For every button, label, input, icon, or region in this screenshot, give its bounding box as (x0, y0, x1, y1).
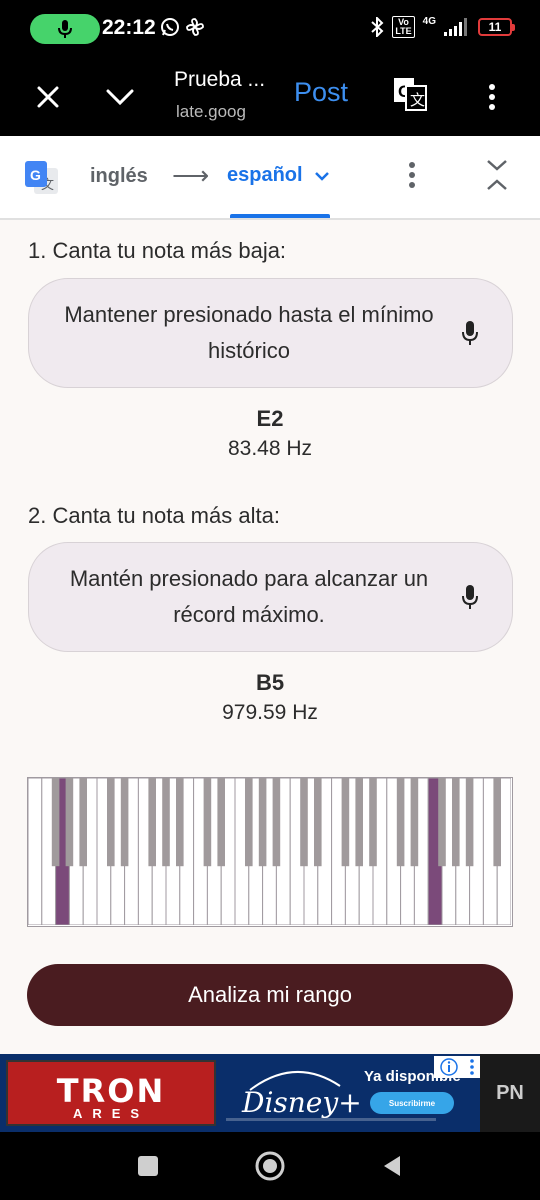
page-title: Prueba ... (174, 68, 266, 91)
black-key (79, 778, 87, 867)
more-vert-icon (470, 1059, 474, 1075)
google-translate-icon: G 文 (394, 78, 427, 111)
status-time: 22:12 (102, 16, 156, 39)
back-triangle-icon (384, 1156, 400, 1176)
selected-tab-indicator (230, 214, 330, 218)
disney-plus-text: Disney+ (242, 1086, 362, 1119)
info-icon (440, 1058, 458, 1076)
home-circle-icon (255, 1151, 285, 1181)
analyze-range-button[interactable]: Analiza mi rango (27, 964, 513, 1026)
microphone-icon (462, 585, 478, 609)
ad-side-label: PN (480, 1054, 540, 1132)
subscribe-button[interactable]: Suscribirme (370, 1092, 454, 1114)
translate-page-button[interactable]: G 文 (392, 76, 428, 112)
status-indicators: Vo LTE 4G 11 (370, 15, 515, 38)
highest-note-frequency: 979.59 Hz (222, 701, 318, 724)
microphone-icon (462, 321, 478, 345)
browser-toolbar: Prueba ... late.goog Post G 文 (0, 58, 540, 136)
ad-fine-print (226, 1118, 436, 1121)
black-key (120, 778, 129, 867)
collapse-icon (487, 160, 507, 190)
more-vert-icon (489, 84, 495, 110)
recent-apps-button[interactable] (132, 1150, 164, 1182)
black-key (410, 778, 419, 867)
status-bar: 22:12 Vo LTE 4G 11 (0, 0, 540, 58)
bluetooth-icon (371, 17, 384, 37)
pinwheel-app-icon (186, 18, 204, 36)
back-button[interactable] (376, 1150, 408, 1182)
black-key (51, 778, 60, 867)
close-tab-button[interactable] (30, 79, 66, 115)
black-key (176, 778, 184, 867)
ad-banner[interactable]: TRON ARES Disney+ Ya disponible Suscribi… (0, 1054, 540, 1132)
target-language-tab[interactable]: español (227, 164, 330, 187)
black-key (314, 778, 322, 867)
black-key (369, 778, 377, 867)
black-key (272, 778, 281, 867)
close-icon (37, 86, 59, 108)
black-key (300, 778, 308, 867)
square-icon (138, 1156, 158, 1176)
lowest-note-record-text: Mantener presionado hasta el mínimo hist… (64, 302, 434, 363)
google-translate-logo: 文 G (24, 160, 60, 196)
black-key (107, 778, 115, 867)
page-url: late.goog (176, 102, 246, 121)
black-key (396, 778, 405, 867)
black-key (493, 778, 501, 867)
svg-text:文: 文 (410, 91, 425, 109)
black-key (245, 778, 253, 867)
battery-indicator: 11 (478, 18, 515, 36)
signal-strength-icon (444, 18, 467, 36)
volte-badge: Vo LTE (392, 16, 415, 38)
highest-note-value: B5 (255, 670, 285, 695)
piano-keyboard (27, 777, 513, 927)
tron-title: TRON (56, 1072, 166, 1110)
black-key (465, 778, 474, 867)
microphone-icon (58, 20, 72, 38)
black-key (258, 778, 267, 867)
lowest-note-prompt: 1. Canta tu nota más baja: (28, 238, 287, 263)
black-key (65, 778, 74, 867)
target-language-label: español (227, 164, 303, 186)
lowest-note-value: E2 (256, 406, 284, 431)
home-button[interactable] (254, 1150, 286, 1182)
system-nav-bar (0, 1132, 540, 1200)
chevron-down-icon (315, 172, 330, 181)
piano-keys (28, 778, 512, 926)
minimize-button[interactable] (102, 79, 138, 115)
translate-bar: 文 G inglés ⟶ español (0, 136, 540, 220)
mic-active-indicator[interactable] (30, 14, 100, 44)
black-key (452, 778, 460, 867)
ad-choices[interactable] (434, 1056, 480, 1078)
black-key (203, 778, 212, 867)
google-translate-logo-icon: 文 G (25, 161, 58, 194)
highest-note-record-field[interactable]: Mantén presionado para alcanzar un récor… (28, 542, 513, 652)
arrow-right-icon: ⟶ (172, 160, 210, 190)
source-language-tab[interactable]: inglés (90, 165, 148, 188)
lowest-note-record-field[interactable]: Mantener presionado hasta el mínimo hist… (28, 278, 513, 388)
white-key (28, 778, 43, 926)
highest-note-record-text: Mantén presionado para alcanzar un récor… (69, 566, 429, 627)
highest-note-prompt: 2. Canta tu nota más alta: (28, 503, 280, 528)
lowest-note-frequency: 83.48 Hz (227, 437, 313, 460)
black-key (217, 778, 225, 867)
black-key (341, 778, 350, 867)
black-key (355, 778, 363, 867)
more-options-button[interactable] (474, 79, 510, 115)
translate-more-button[interactable] (408, 162, 416, 193)
tron-subtitle: ARES (72, 1106, 150, 1121)
disney-plus-logo: Disney+ (240, 1064, 362, 1122)
post-button[interactable]: Post (294, 77, 348, 108)
tron-ares-ad-logo: TRON ARES (6, 1060, 216, 1126)
whatsapp-icon (161, 18, 179, 36)
black-key (148, 778, 156, 867)
collapse-translate-button[interactable] (484, 158, 510, 197)
black-key (162, 778, 170, 867)
more-vert-icon (409, 162, 415, 188)
black-key (438, 778, 446, 867)
svg-text:G: G (30, 167, 41, 183)
network-type-label: 4G (422, 15, 436, 27)
chevron-down-icon (106, 89, 134, 106)
